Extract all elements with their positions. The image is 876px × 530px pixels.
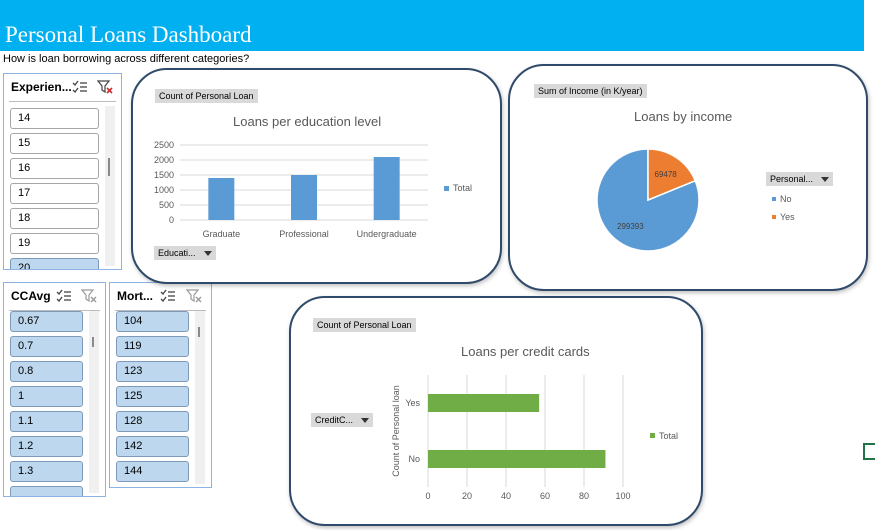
multi-select-icon[interactable] (72, 79, 88, 95)
slicer-separator (9, 101, 116, 102)
legend-field-label: Personal... (770, 174, 814, 184)
legend-label: Yes (780, 212, 795, 222)
slicer-title: Experien... (11, 80, 72, 94)
y-tick-label: 0 (169, 215, 174, 225)
credit-chart-plot: 0 20 40 60 80 100 No Yes Count of Personal loan T… (391, 375, 678, 501)
x-tick-label: 100 (615, 491, 630, 501)
axis-field-label: CreditC... (315, 415, 354, 425)
axis-field-label: Educati... (158, 248, 196, 258)
dropdown-arrow-icon (361, 418, 370, 424)
x-tick-label: 0 (425, 491, 430, 501)
y-tick-label: 1000 (154, 185, 174, 195)
slicer-item[interactable]: 1.1 (10, 411, 83, 432)
legend-label: No (780, 194, 792, 204)
slicer-items: 0.67 0.7 0.8 1 1.1 1.2 1.3 (10, 311, 83, 496)
dropdown-arrow-icon (203, 251, 212, 257)
slicer-item[interactable]: 119 (116, 336, 189, 357)
slicer-item[interactable]: 14 (10, 108, 99, 129)
dashboard-title: Personal Loans Dashboard (5, 22, 252, 47)
slicer-scrollbar[interactable] (195, 311, 205, 484)
scrollbar-thumb[interactable] (198, 327, 200, 337)
slicer-item[interactable]: 1 (10, 386, 83, 407)
slicer-header: Experien... (4, 74, 121, 102)
y-tick-label: Yes (405, 398, 420, 408)
slicer-item[interactable]: 125 (116, 386, 189, 407)
slicer-item[interactable]: 142 (116, 436, 189, 457)
slicer-item[interactable]: 0.67 (10, 311, 83, 332)
slicer-item[interactable]: 18 (10, 208, 99, 229)
axis-field-dropdown[interactable]: CreditC... (311, 413, 374, 427)
slicer-experience[interactable]: Experien... 14 15 16 17 18 19 20 (3, 73, 122, 270)
scrollbar-thumb[interactable] (108, 158, 110, 176)
data-label: 69478 (655, 170, 678, 179)
slicer-title: CCAvg (11, 289, 51, 303)
data-label: 299393 (617, 222, 644, 231)
x-tick-label: Professional (279, 229, 329, 239)
clear-filter-icon[interactable] (81, 288, 98, 304)
slicer-item[interactable]: 1.3 (10, 461, 83, 482)
clear-filter-icon[interactable] (97, 79, 114, 95)
bar (291, 175, 317, 220)
x-tick-label: 80 (579, 491, 589, 501)
bar (428, 394, 540, 412)
slicer-item[interactable]: 0.7 (10, 336, 83, 357)
x-tick-label: 40 (501, 491, 511, 501)
dropdown-arrow-icon (821, 177, 830, 183)
slicer-scrollbar[interactable] (105, 106, 115, 266)
education-chart-card[interactable]: Count of Personal Loan Loans per educati… (131, 68, 502, 284)
bar (208, 178, 235, 220)
y-tick-label: 1500 (154, 170, 174, 180)
legend-swatch (650, 433, 655, 438)
slicer-header: Mort... (110, 283, 211, 311)
legend-field-dropdown[interactable]: Personal... (766, 172, 834, 186)
slicer-item[interactable]: 128 (116, 411, 189, 432)
y-tick-label: 2000 (154, 155, 174, 165)
slicer-scrollbar[interactable] (89, 311, 99, 493)
legend-label: Total (659, 431, 678, 441)
slicer-item[interactable]: 19 (10, 233, 99, 254)
slicer-item[interactable]: 0.8 (10, 361, 83, 382)
axis-field-dropdown[interactable]: Educati... (154, 246, 216, 260)
y-tick-label: 2500 (154, 140, 174, 150)
slicer-ccavg[interactable]: CCAvg 0.67 0.7 0.8 1 1.1 1.2 1.3 (3, 282, 106, 497)
slicer-item[interactable]: 15 (10, 133, 99, 154)
credit-chart-card[interactable]: Count of Personal Loan Loans per credit … (289, 296, 703, 526)
slicer-item[interactable]: 144 (116, 461, 189, 482)
x-tick-label: Undergraduate (357, 229, 417, 239)
slicer-item[interactable]: 17 (10, 183, 99, 204)
x-tick-label: 60 (540, 491, 550, 501)
income-chart-card[interactable]: Sum of Income (in K/year) Loans by incom… (508, 64, 868, 291)
slicer-mortgage[interactable]: Mort... 104 119 123 125 128 142 144 (109, 282, 212, 488)
slicer-items: 14 15 16 17 18 19 20 (10, 108, 99, 269)
slicer-item[interactable]: 123 (116, 361, 189, 382)
slicer-item[interactable]: 16 (10, 158, 99, 179)
dashboard-banner: Personal Loans Dashboard (0, 0, 864, 51)
y-tick-label: 500 (159, 200, 174, 210)
legend-swatch (444, 186, 449, 191)
bar (428, 450, 606, 468)
x-tick-label: 20 (462, 491, 472, 501)
legend-label: Total (453, 183, 472, 193)
multi-select-icon[interactable] (56, 288, 72, 304)
active-cell-marker[interactable] (863, 443, 875, 460)
multi-select-icon[interactable] (160, 288, 176, 304)
slicer-items: 104 119 123 125 128 142 144 (116, 311, 189, 487)
slicer-item[interactable] (10, 486, 83, 496)
y-tick-label: No (408, 454, 420, 464)
bar (373, 157, 400, 220)
slicer-item[interactable]: 20 (10, 258, 99, 269)
dashboard-subtitle: How is loan borrowing across different c… (3, 53, 250, 65)
legend-swatch (772, 197, 776, 201)
legend-swatch (772, 215, 776, 219)
slicer-item[interactable]: 104 (116, 311, 189, 332)
slicer-header: CCAvg (4, 283, 105, 311)
slicer-item[interactable]: 1.2 (10, 436, 83, 457)
slicer-title: Mort... (117, 289, 153, 303)
scrollbar-thumb[interactable] (92, 337, 94, 347)
x-tick-label: Graduate (203, 229, 241, 239)
y-axis-title: Count of Personal loan (391, 385, 401, 477)
clear-filter-icon[interactable] (186, 288, 203, 304)
